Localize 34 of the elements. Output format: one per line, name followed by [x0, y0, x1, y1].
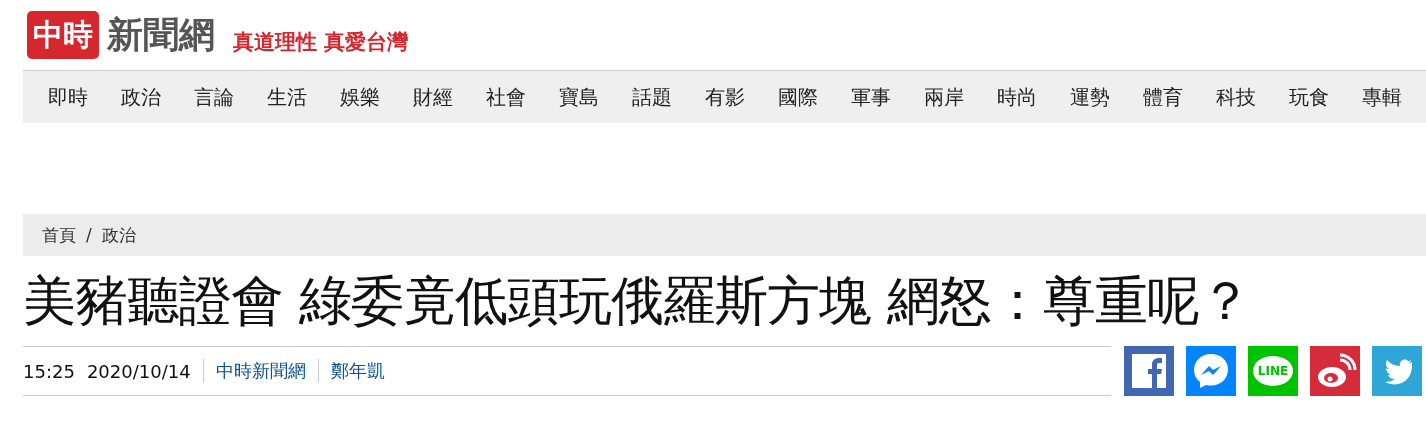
headline: 美豬聽證會 綠委竟低頭玩俄羅斯方塊 網怒：尊重呢？	[23, 269, 1252, 333]
nav-item[interactable]: 體育	[1133, 83, 1206, 111]
nav-item[interactable]: 有影	[695, 83, 768, 111]
nav-item[interactable]: 社會	[476, 83, 549, 111]
nav-item[interactable]: 政治	[111, 83, 184, 111]
breadcrumb-separator: /	[86, 225, 92, 245]
nav-item[interactable]: 話題	[622, 83, 695, 111]
breadcrumb-link[interactable]: 首頁	[42, 223, 76, 247]
logo-text[interactable]: 新聞網	[107, 10, 215, 60]
twitter-share-icon[interactable]	[1372, 346, 1422, 396]
slogan: 真道理性 真愛台灣	[233, 28, 409, 56]
nav-item[interactable]: 玩食	[1279, 83, 1352, 111]
breadcrumb-link[interactable]: 政治	[101, 223, 136, 247]
weibo-share-icon[interactable]	[1310, 346, 1360, 396]
nav-item[interactable]: 時尚	[987, 83, 1060, 111]
timestamp: 15:25	[23, 360, 75, 382]
nav-item[interactable]: 財經	[403, 83, 476, 111]
nav-item[interactable]: 即時	[38, 83, 111, 111]
nav-item[interactable]: 兩岸	[914, 83, 987, 111]
nav-item[interactable]: 國際	[768, 83, 841, 111]
nav-item[interactable]: 言論	[184, 83, 257, 111]
nav-item[interactable]: 軍事	[841, 83, 914, 111]
date: 2020/10/14	[86, 360, 191, 382]
source-link[interactable]: 中時新聞網	[215, 359, 306, 383]
nav-item[interactable]: 生活	[257, 83, 330, 111]
messenger-share-icon[interactable]	[1186, 346, 1236, 396]
nav-item[interactable]: 寶島	[549, 83, 622, 111]
logo-mark[interactable]: 中時	[27, 11, 99, 59]
nav-item[interactable]: 運勢	[1060, 83, 1133, 111]
nav-item[interactable]: 科技	[1206, 83, 1279, 111]
author-link[interactable]: 鄭年凱	[330, 359, 385, 383]
facebook-share-icon[interactable]	[1124, 346, 1174, 396]
nav-item[interactable]: 娛樂	[330, 83, 403, 111]
nav-item[interactable]: 專輯	[1352, 83, 1425, 111]
